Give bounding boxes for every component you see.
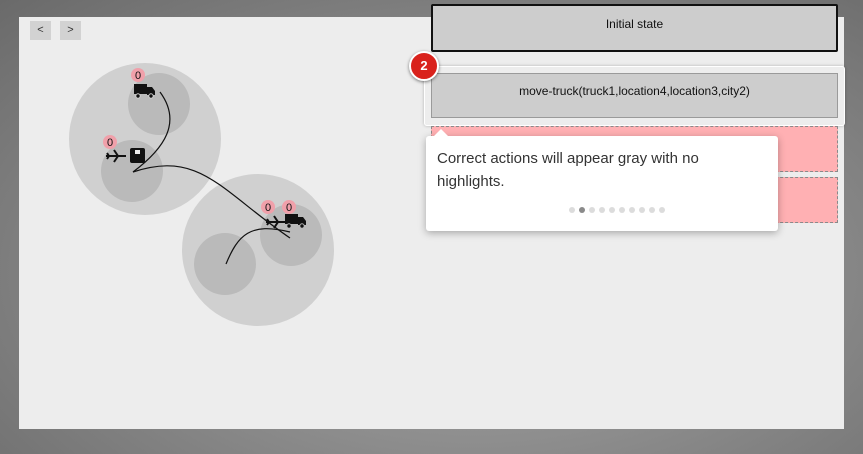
location-city2-b (194, 233, 256, 295)
counter-plane-right: 0 (261, 200, 275, 214)
counter-truck-top-label: 0 (135, 70, 141, 82)
tour-dot[interactable] (619, 207, 625, 213)
tooltip-message: Correct actions will appear gray with no… (437, 150, 699, 190)
tour-dot[interactable] (589, 207, 595, 213)
counter-truck-right-label: 0 (286, 202, 292, 214)
counter-plane-right-label: 0 (265, 202, 271, 214)
tour-dot[interactable] (569, 207, 575, 213)
tour-dot[interactable] (649, 207, 655, 213)
tour-dot[interactable] (599, 207, 605, 213)
package-icon (130, 148, 145, 163)
tour-tooltip: Correct actions will appear gray with no… (426, 129, 778, 231)
tour-dot[interactable] (609, 207, 615, 213)
counter-plane: 0 (103, 135, 117, 149)
tour-dot[interactable] (579, 207, 585, 213)
tour-dot[interactable] (629, 207, 635, 213)
tour-progress-dots (426, 207, 778, 213)
tour-step-badge: 2 (409, 51, 439, 81)
tour-dot[interactable] (659, 207, 665, 213)
tour-dot[interactable] (639, 207, 645, 213)
location-city1-a (128, 73, 190, 135)
counter-truck-right: 0 (282, 200, 296, 214)
counter-plane-label: 0 (107, 137, 113, 149)
counter-truck-top: 0 (131, 68, 145, 82)
tooltip-arrow (434, 129, 448, 136)
step-move-truck[interactable]: move-truck(truck1,location4,location3,ci… (431, 73, 838, 118)
step-initial-state[interactable]: Initial state (431, 4, 838, 52)
